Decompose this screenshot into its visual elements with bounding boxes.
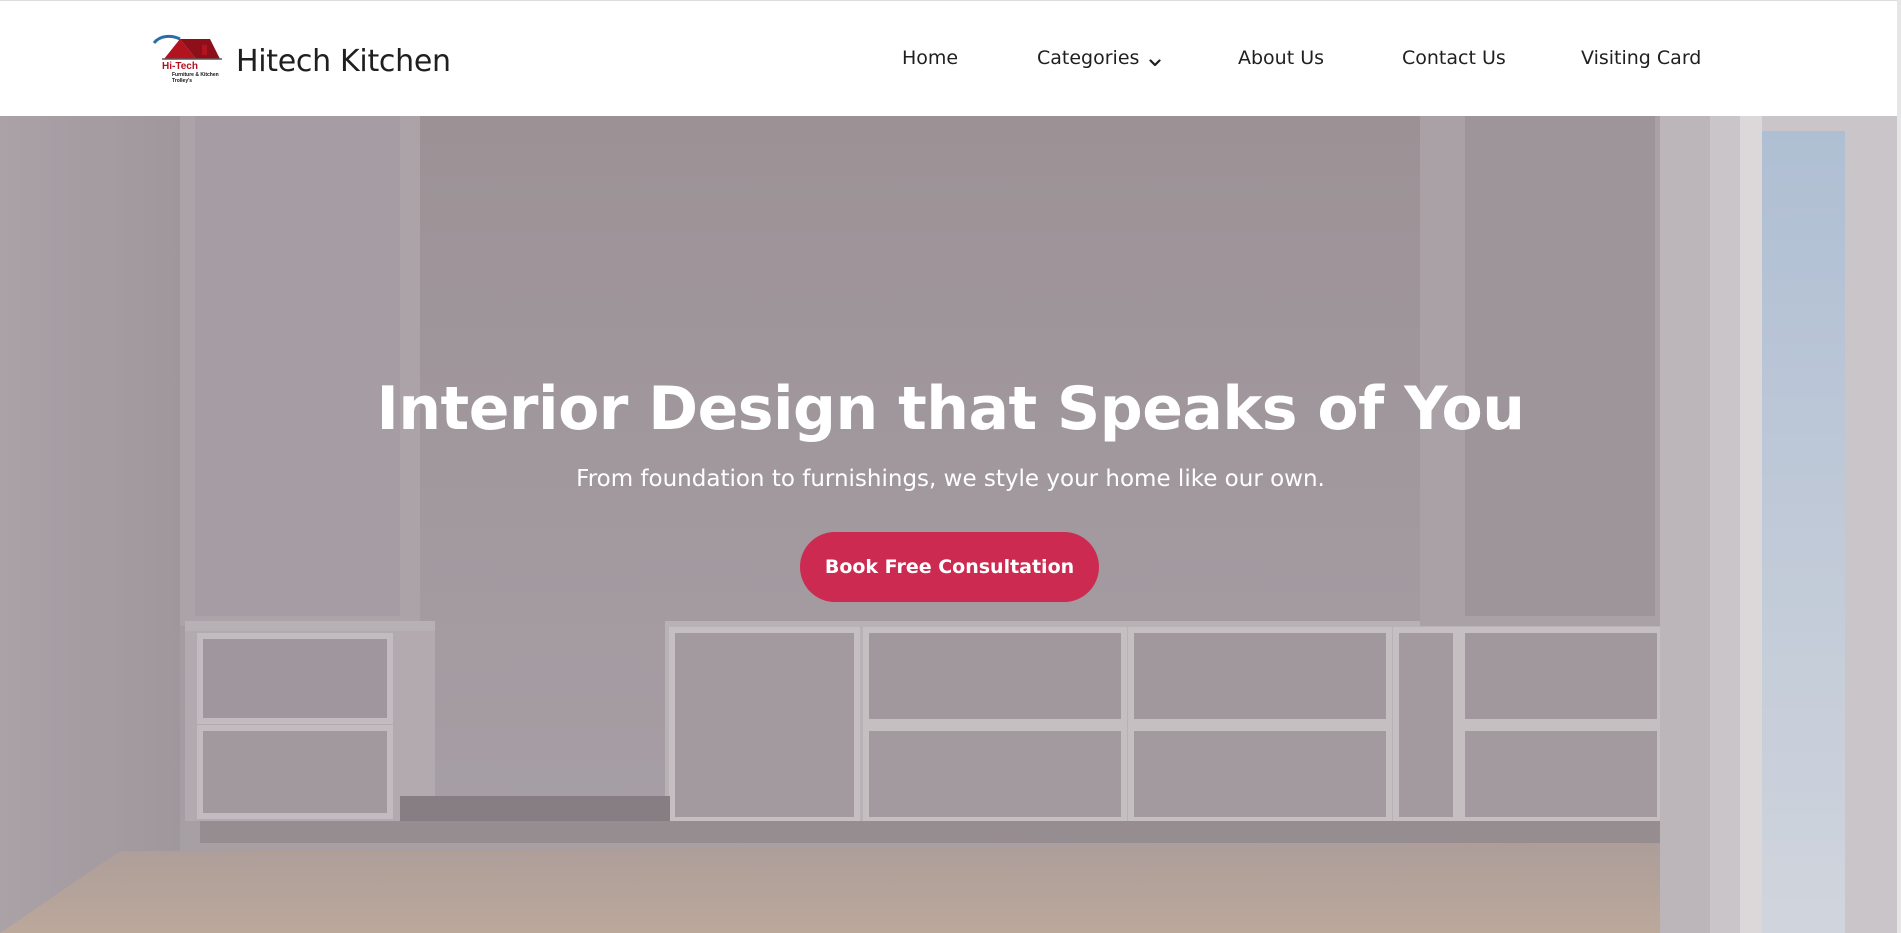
nav-item-label: Contact Us xyxy=(1402,47,1506,69)
hero-title: Interior Design that Speaks of You xyxy=(376,374,1526,444)
nav-menu: Home Categories About Us Contact Us Visi… xyxy=(0,47,1901,77)
hero-background-image xyxy=(0,116,1901,933)
nav-item-visiting-card[interactable]: Visiting Card xyxy=(1581,47,1701,69)
hero-section: Interior Design that Speaks of You From … xyxy=(0,116,1901,933)
nav-item-home[interactable]: Home xyxy=(902,47,958,69)
book-consultation-button[interactable]: Book Free Consultation xyxy=(800,532,1099,602)
nav-item-categories[interactable]: Categories xyxy=(1037,47,1162,69)
navbar: Hi-Tech Furniture & Kitchen Trolley's Hi… xyxy=(0,0,1901,116)
hero-subtitle: From foundation to furnishings, we style… xyxy=(576,466,1325,492)
nav-item-contact[interactable]: Contact Us xyxy=(1402,47,1506,69)
chevron-down-icon[interactable] xyxy=(1149,52,1162,67)
nav-item-about[interactable]: About Us xyxy=(1238,47,1324,69)
nav-item-label: About Us xyxy=(1238,47,1325,69)
nav-item-label: Visiting Card xyxy=(1581,47,1702,69)
scrollbar[interactable] xyxy=(1897,0,1901,933)
nav-item-label: Categories xyxy=(1037,47,1140,69)
hero-content: Interior Design that Speaks of You From … xyxy=(0,374,1901,492)
nav-item-label: Home xyxy=(902,47,959,69)
